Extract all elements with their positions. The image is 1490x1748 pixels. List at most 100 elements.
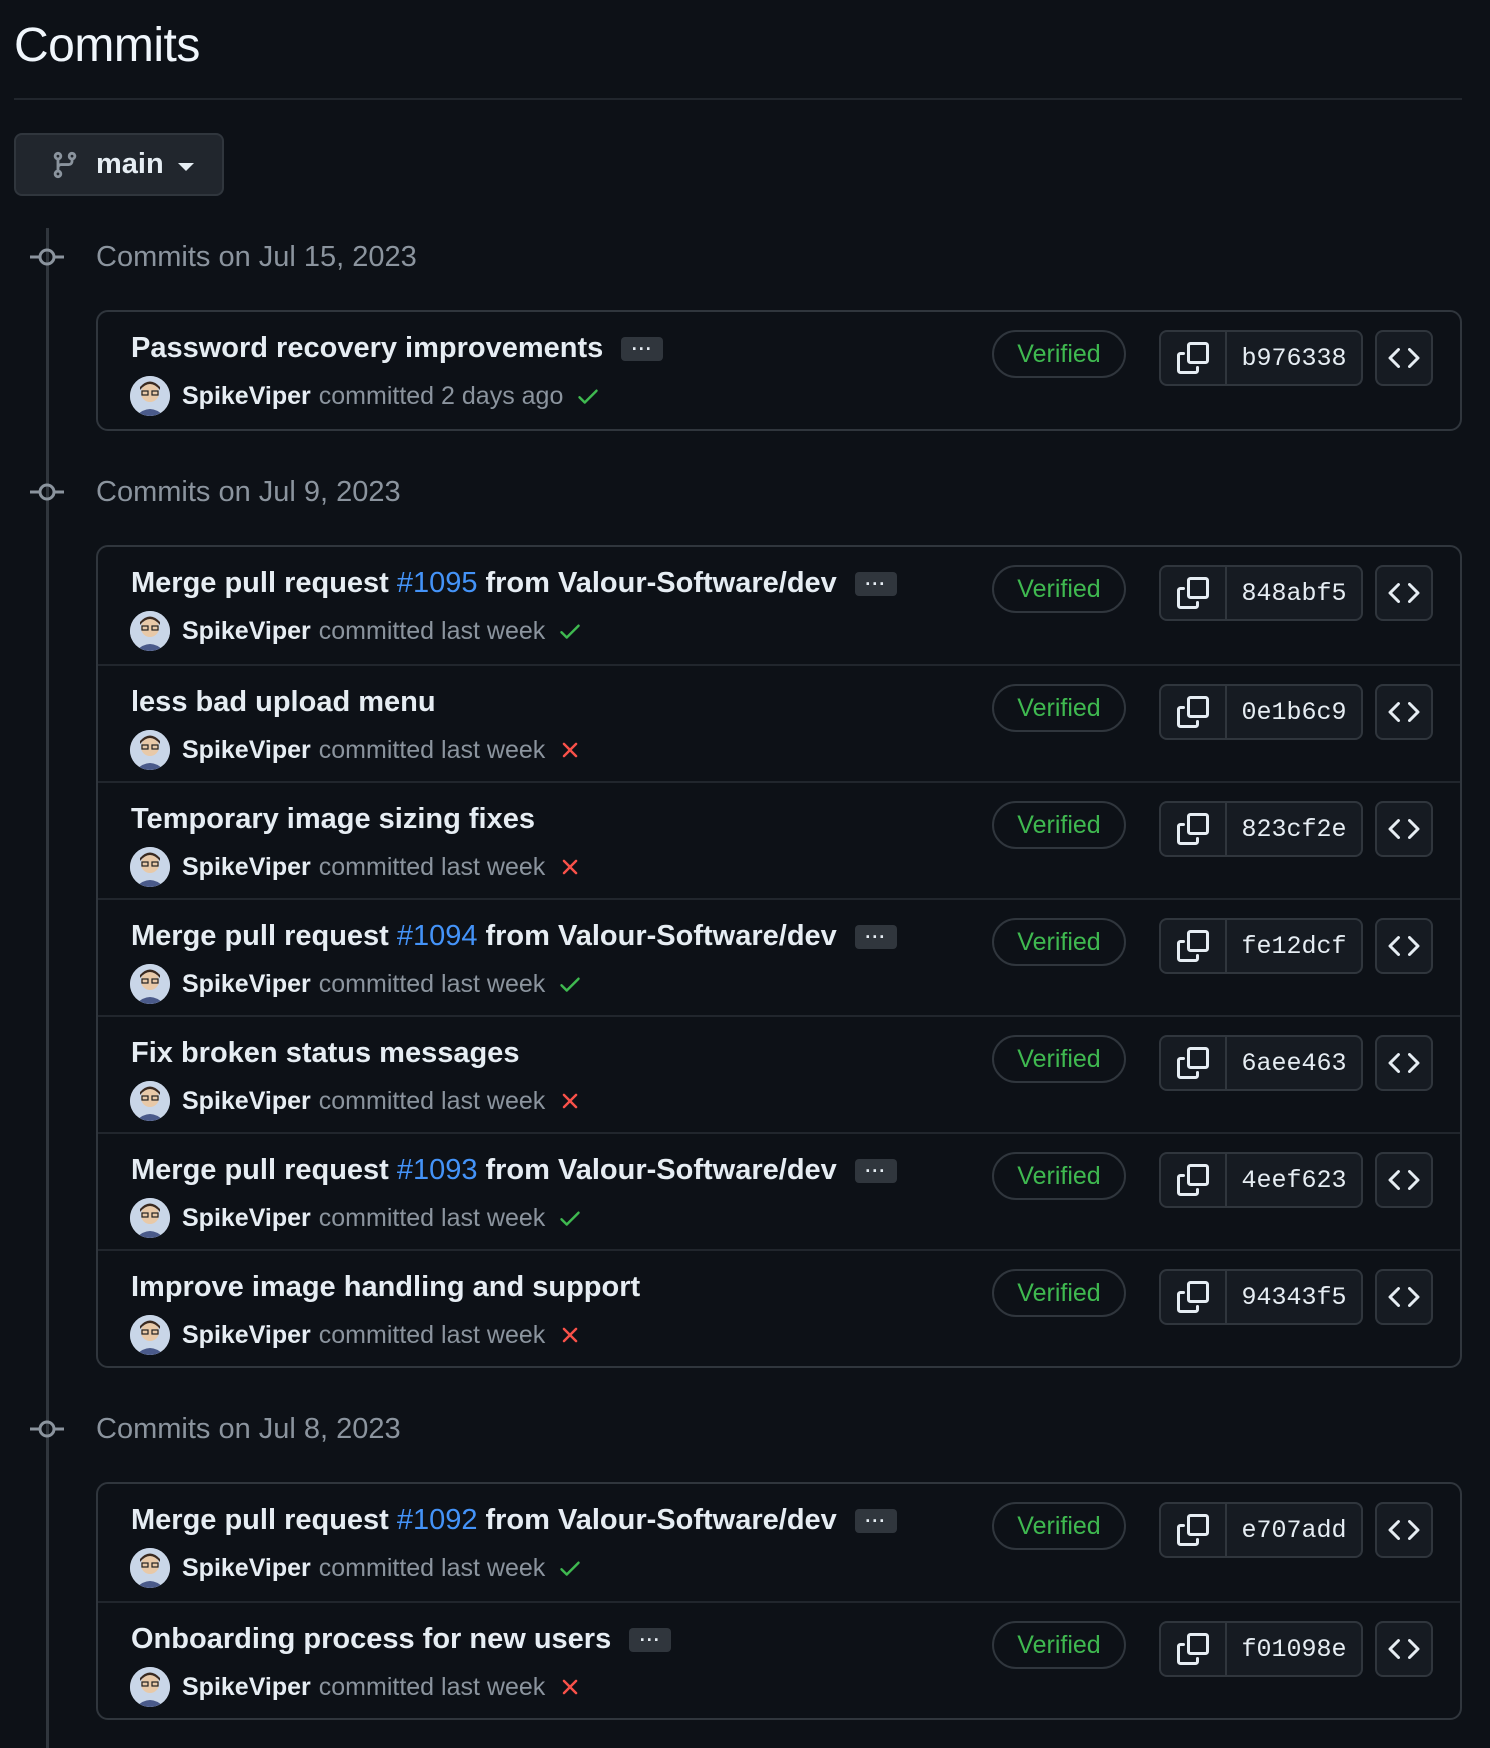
- commit-sha-link[interactable]: 6aee463: [1227, 1037, 1361, 1089]
- commit-title[interactable]: less bad upload menu: [131, 686, 436, 719]
- verified-badge[interactable]: Verified: [992, 1502, 1126, 1550]
- avatar[interactable]: [130, 964, 170, 1004]
- commit-sha-link[interactable]: e707add: [1227, 1504, 1361, 1556]
- copy-icon[interactable]: [1161, 1623, 1227, 1675]
- commit-message-suffix[interactable]: from Valour-Software/dev: [485, 1504, 836, 1537]
- commit-title[interactable]: Temporary image sizing fixes: [131, 803, 535, 836]
- copy-icon[interactable]: [1161, 1154, 1227, 1206]
- commit-message[interactable]: Improve image handling and support: [131, 1271, 640, 1304]
- expand-description-button[interactable]: ···: [854, 1158, 897, 1183]
- browse-code-icon[interactable]: [1375, 1269, 1433, 1325]
- commit-sha-link[interactable]: 823cf2e: [1227, 803, 1361, 855]
- commit-message[interactable]: Merge pull request: [131, 1504, 389, 1537]
- avatar[interactable]: [130, 1548, 170, 1588]
- expand-description-button[interactable]: ···: [854, 571, 897, 596]
- commit-title[interactable]: Password recovery improvements ···: [131, 332, 664, 365]
- pull-request-link[interactable]: #1095: [397, 567, 478, 600]
- author-link[interactable]: SpikeViper: [182, 1673, 311, 1702]
- author-link[interactable]: SpikeViper: [182, 1204, 311, 1233]
- commit-sha-link[interactable]: 0e1b6c9: [1227, 686, 1361, 738]
- commit-message[interactable]: Merge pull request: [131, 1154, 389, 1187]
- commit-sha-link[interactable]: b976338: [1227, 332, 1361, 384]
- x-icon[interactable]: [557, 1088, 583, 1114]
- commit-message[interactable]: Fix broken status messages: [131, 1037, 519, 1070]
- author-link[interactable]: SpikeViper: [182, 617, 311, 646]
- avatar[interactable]: [130, 376, 170, 416]
- browse-code-icon[interactable]: [1375, 684, 1433, 740]
- browse-code-icon[interactable]: [1375, 801, 1433, 857]
- commit-message-suffix[interactable]: from Valour-Software/dev: [485, 567, 836, 600]
- avatar[interactable]: [130, 1081, 170, 1121]
- browse-code-icon[interactable]: [1375, 1502, 1433, 1558]
- commit-title[interactable]: Fix broken status messages: [131, 1037, 519, 1070]
- author-link[interactable]: SpikeViper: [182, 1087, 311, 1116]
- verified-badge[interactable]: Verified: [992, 1269, 1126, 1317]
- verified-badge[interactable]: Verified: [992, 565, 1126, 613]
- commit-sha-link[interactable]: f01098e: [1227, 1623, 1361, 1675]
- pull-request-link[interactable]: #1092: [397, 1504, 478, 1537]
- copy-icon[interactable]: [1161, 567, 1227, 619]
- check-icon[interactable]: [557, 618, 583, 644]
- commit-message[interactable]: Merge pull request: [131, 920, 389, 953]
- check-icon[interactable]: [557, 1555, 583, 1581]
- x-icon[interactable]: [557, 854, 583, 880]
- commit-title[interactable]: Merge pull request #1092 from Valour-Softw…: [131, 1504, 897, 1537]
- x-icon[interactable]: [557, 1322, 583, 1348]
- verified-badge[interactable]: Verified: [992, 684, 1126, 732]
- copy-icon[interactable]: [1161, 803, 1227, 855]
- commit-title[interactable]: Onboarding process for new users ···: [131, 1623, 672, 1656]
- avatar[interactable]: [130, 1315, 170, 1355]
- copy-icon[interactable]: [1161, 1037, 1227, 1089]
- author-link[interactable]: SpikeViper: [182, 382, 311, 411]
- check-icon[interactable]: [575, 383, 601, 409]
- commit-sha-link[interactable]: 94343f5: [1227, 1271, 1361, 1323]
- copy-icon[interactable]: [1161, 332, 1227, 384]
- browse-code-icon[interactable]: [1375, 1035, 1433, 1091]
- branch-select-button[interactable]: main: [14, 133, 224, 196]
- pull-request-link[interactable]: #1094: [397, 920, 478, 953]
- commit-message[interactable]: less bad upload menu: [131, 686, 436, 719]
- commit-message-suffix[interactable]: from Valour-Software/dev: [485, 1154, 836, 1187]
- author-link[interactable]: SpikeViper: [182, 853, 311, 882]
- browse-code-icon[interactable]: [1375, 565, 1433, 621]
- browse-code-icon[interactable]: [1375, 1152, 1433, 1208]
- commit-message-suffix[interactable]: from Valour-Software/dev: [485, 920, 836, 953]
- verified-badge[interactable]: Verified: [992, 1152, 1126, 1200]
- commit-title[interactable]: Merge pull request #1095 from Valour-Softw…: [131, 567, 897, 600]
- commit-message[interactable]: Merge pull request: [131, 567, 389, 600]
- verified-badge[interactable]: Verified: [992, 801, 1126, 849]
- author-link[interactable]: SpikeViper: [182, 1321, 311, 1350]
- verified-badge[interactable]: Verified: [992, 330, 1126, 378]
- avatar[interactable]: [130, 1198, 170, 1238]
- commit-message[interactable]: Onboarding process for new users: [131, 1623, 611, 1656]
- browse-code-icon[interactable]: [1375, 918, 1433, 974]
- verified-badge[interactable]: Verified: [992, 1035, 1126, 1083]
- expand-description-button[interactable]: ···: [629, 1627, 672, 1652]
- avatar[interactable]: [130, 847, 170, 887]
- commit-sha-link[interactable]: 4eef623: [1227, 1154, 1361, 1206]
- check-icon[interactable]: [557, 971, 583, 997]
- commit-sha-link[interactable]: fe12dcf: [1227, 920, 1361, 972]
- check-icon[interactable]: [557, 1205, 583, 1231]
- copy-icon[interactable]: [1161, 686, 1227, 738]
- author-link[interactable]: SpikeViper: [182, 970, 311, 999]
- author-link[interactable]: SpikeViper: [182, 1554, 311, 1583]
- commit-title[interactable]: Improve image handling and support: [131, 1271, 640, 1304]
- x-icon[interactable]: [557, 1674, 583, 1700]
- copy-icon[interactable]: [1161, 1504, 1227, 1556]
- expand-description-button[interactable]: ···: [621, 336, 664, 361]
- commit-title[interactable]: Merge pull request #1093 from Valour-Softw…: [131, 1154, 897, 1187]
- browse-code-icon[interactable]: [1375, 330, 1433, 386]
- expand-description-button[interactable]: ···: [854, 1508, 897, 1533]
- x-icon[interactable]: [557, 737, 583, 763]
- author-link[interactable]: SpikeViper: [182, 736, 311, 765]
- copy-icon[interactable]: [1161, 1271, 1227, 1323]
- copy-icon[interactable]: [1161, 920, 1227, 972]
- avatar[interactable]: [130, 730, 170, 770]
- commit-message[interactable]: Password recovery improvements: [131, 332, 603, 365]
- pull-request-link[interactable]: #1093: [397, 1154, 478, 1187]
- commit-sha-link[interactable]: 848abf5: [1227, 567, 1361, 619]
- avatar[interactable]: [130, 611, 170, 651]
- verified-badge[interactable]: Verified: [992, 918, 1126, 966]
- commit-title[interactable]: Merge pull request #1094 from Valour-Softw…: [131, 920, 897, 953]
